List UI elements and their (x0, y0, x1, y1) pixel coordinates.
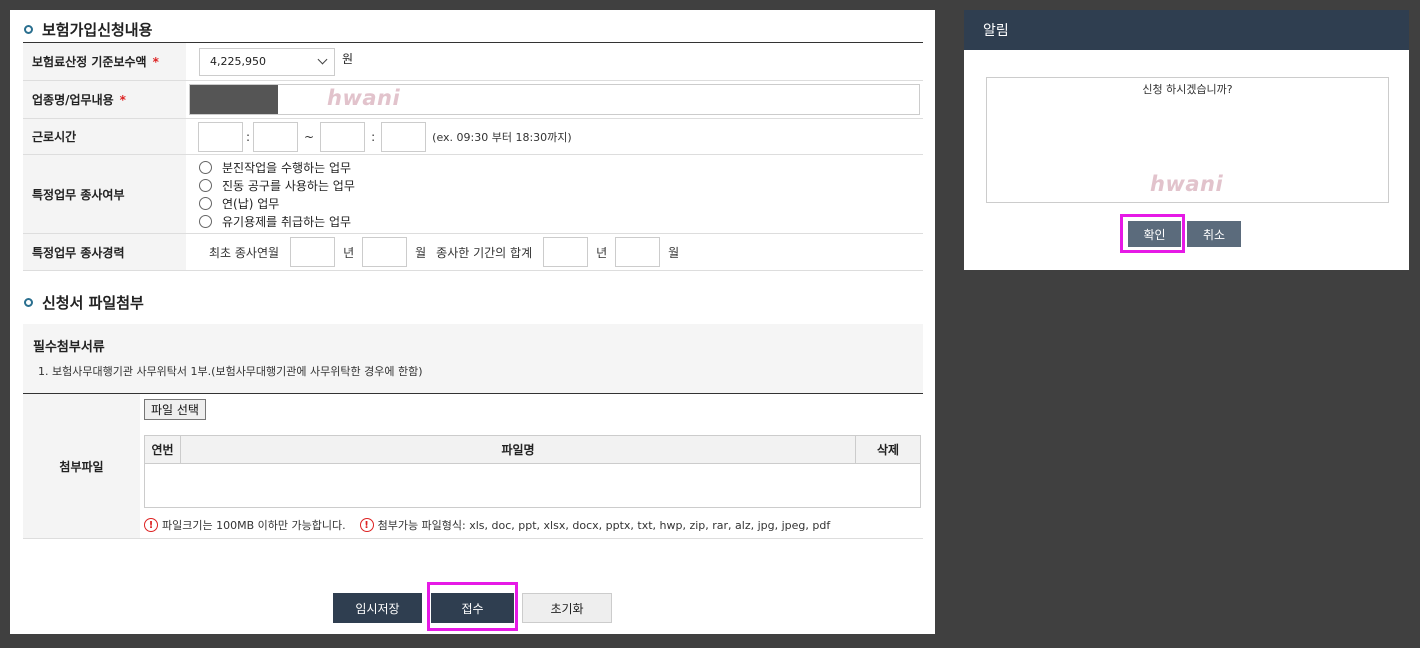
dialog-title: 알림 (983, 23, 1009, 39)
radio-option-vibration[interactable]: 진동 공구를 사용하는 업무 (199, 177, 355, 194)
radio-option-solvent[interactable]: 유기용제를 취급하는 업무 (199, 213, 355, 230)
attachment-label: 첨부파일 (59, 459, 104, 474)
business-label: 업종명/업무내용 (32, 93, 114, 107)
dialog-message: 신청 하시겠습니까? (1142, 83, 1233, 96)
work-hours-hint: (ex. 09:30 부터 18:30까지) (432, 130, 572, 144)
row-business: 업종명/업무내용 * hwani (23, 81, 923, 119)
required-documents-heading: 필수첨부서류 (33, 340, 105, 355)
row-special-work: 특정업무 종사여부 분진작업을 수행하는 업무 진동 공구를 사용하는 업무 연… (23, 155, 923, 234)
section-title-insurance: 보험가입신청내용 (24, 19, 152, 40)
total-month-input[interactable] (615, 237, 661, 267)
cancel-button[interactable]: 취소 (1187, 221, 1241, 247)
warning-icon: ! (359, 518, 374, 532)
file-table-header: 연번 파일명 삭제 (145, 436, 920, 464)
attachment-notes: ! 파일크기는 100MB 이하만 가능합니다. ! 첨부가능 파일형식: xls,… (144, 517, 844, 533)
file-list-table: 연번 파일명 삭제 (144, 435, 921, 508)
row-special-career: 특정업무 종사경력 최초 종사연월 년 월 종사한 기간의 합계 년 월 (23, 234, 923, 271)
submit-button[interactable]: 접수 (431, 593, 514, 623)
wage-label: 보험료산정 기준보수액 (32, 55, 147, 69)
special-work-label: 특정업무 종사여부 (32, 187, 125, 202)
start-minute-input[interactable] (253, 121, 299, 152)
dialog-header: 알림 (964, 10, 1409, 50)
warning-icon: ! (144, 518, 158, 532)
watermark: hwani (327, 86, 401, 110)
reset-button[interactable]: 초기화 (522, 593, 612, 623)
business-input[interactable]: hwani (189, 84, 920, 115)
total-year-input[interactable] (543, 237, 589, 267)
chevron-down-icon (317, 54, 328, 65)
confirm-dialog: 알림 신청 하시겠습니까? hwani 확인 취소 (964, 10, 1409, 270)
required-documents-box: 필수첨부서류 1. 보험사무대행기관 사무위탁서 1부.(보험사무대행기관에 사… (23, 324, 923, 394)
special-career-label: 특정업무 종사경력 (32, 245, 125, 260)
redacted-block (190, 85, 278, 114)
required-documents-item: 1. 보험사무대행기관 사무위탁서 1부.(보험사무대행기관에 사무위탁한 경우… (38, 365, 423, 378)
start-hour-input[interactable] (198, 121, 243, 152)
first-year-input[interactable] (290, 237, 336, 267)
dialog-message-box: 신청 하시겠습니까? hwani (986, 77, 1389, 203)
radio-option-lead[interactable]: 연(납) 업무 (199, 195, 355, 212)
bullet-icon (24, 298, 33, 307)
watermark: hwani (1150, 172, 1224, 196)
work-hours-label: 근로시간 (32, 130, 77, 144)
total-career-label: 종사한 기간의 합계 (436, 245, 533, 260)
confirm-button[interactable]: 확인 (1128, 221, 1181, 247)
end-hour-input[interactable] (320, 121, 366, 152)
temp-save-button[interactable]: 임시저장 (333, 593, 422, 623)
end-minute-input[interactable] (381, 121, 427, 152)
col-delete: 삭제 (876, 443, 900, 457)
col-filename: 파일명 (181, 436, 856, 463)
section-title-attachment: 신청서 파일첨부 (24, 292, 144, 313)
file-select-button[interactable]: 파일 선택 (144, 399, 206, 420)
first-career-label: 최초 종사연월 (209, 245, 280, 260)
size-note: 파일크기는 100MB 이하만 가능합니다. (162, 519, 346, 532)
radio-icon (199, 214, 212, 228)
row-wage: 보험료산정 기준보수액 * 4,225,950 원 (23, 43, 923, 81)
application-form-panel: 보험가입신청내용 보험료산정 기준보수액 * 4,225,950 원 업종명/업… (10, 10, 935, 634)
col-no: 연번 (145, 436, 181, 463)
required-mark: * (152, 54, 159, 69)
radio-icon (199, 160, 212, 174)
wage-select[interactable]: 4,225,950 (199, 47, 335, 76)
radio-icon (199, 196, 212, 210)
special-work-options: 분진작업을 수행하는 업무 진동 공구를 사용하는 업무 연(납) 업무 유기용… (199, 155, 355, 234)
radio-option-dust[interactable]: 분진작업을 수행하는 업무 (199, 159, 355, 176)
row-work-hours: 근로시간 : ~ : (ex. 09:30 부터 18:30까지) (23, 119, 923, 155)
insurance-form-table: 보험료산정 기준보수액 * 4,225,950 원 업종명/업무내용 * hwa… (23, 42, 923, 271)
required-mark: * (119, 92, 126, 107)
row-attachment: 첨부파일 파일 선택 연번 파일명 삭제 ! 파일크기는 100MB 이하만 가능… (23, 394, 923, 539)
radio-icon (199, 178, 212, 192)
format-note: 첨부가능 파일형식: xls, doc, ppt, xlsx, docx, pp… (377, 519, 831, 532)
first-month-input[interactable] (362, 237, 408, 267)
wage-unit: 원 (342, 52, 354, 66)
bullet-icon (24, 25, 33, 34)
